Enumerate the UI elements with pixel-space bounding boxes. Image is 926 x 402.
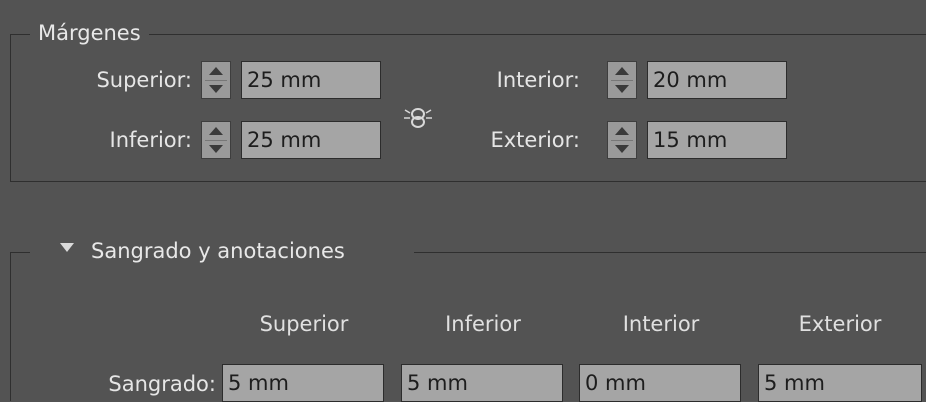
margenes-frame-left [10, 34, 11, 182]
stepper-up-icon[interactable] [209, 67, 223, 75]
sangrado-inferior-input[interactable]: 5 mm [401, 364, 563, 402]
sangrado-row-label: Sangrado: [108, 372, 216, 396]
col-header-superior: Superior [259, 312, 349, 336]
sangrado-exterior-input[interactable]: 5 mm [758, 364, 922, 402]
col-header-inferior: Inferior [445, 312, 521, 336]
col-header-interior: Interior [622, 312, 700, 336]
exterior-input[interactable]: 15 mm [647, 121, 787, 159]
stepper-down-icon[interactable] [615, 85, 629, 93]
sangrado-superior-input[interactable]: 5 mm [222, 364, 384, 402]
inferior-stepper[interactable] [201, 121, 231, 159]
superior-label: Superior: [96, 68, 192, 92]
exterior-stepper[interactable] [607, 121, 637, 159]
margenes-frame-bottom [10, 181, 926, 182]
stepper-down-icon[interactable] [209, 145, 223, 153]
interior-label: Interior: [496, 68, 580, 92]
stepper-up-icon[interactable] [615, 67, 629, 75]
chain-link-icon[interactable] [401, 100, 435, 134]
sangrado-legend[interactable]: Sangrado y anotaciones [91, 241, 345, 262]
interior-stepper[interactable] [607, 61, 637, 99]
interior-input[interactable]: 20 mm [647, 61, 787, 99]
sangrado-frame-left [10, 252, 11, 401]
superior-stepper[interactable] [201, 61, 231, 99]
triangle-down-icon[interactable] [60, 243, 74, 252]
inferior-label: Inferior: [109, 128, 192, 152]
stepper-down-icon[interactable] [615, 145, 629, 153]
exterior-label: Exterior: [490, 128, 580, 152]
margenes-legend: Márgenes [30, 23, 149, 44]
superior-input[interactable]: 25 mm [241, 61, 381, 99]
col-header-exterior: Exterior [798, 312, 882, 336]
sangrado-interior-input[interactable]: 0 mm [579, 364, 741, 402]
stepper-down-icon[interactable] [209, 85, 223, 93]
stepper-up-icon[interactable] [615, 127, 629, 135]
inferior-input[interactable]: 25 mm [241, 121, 381, 159]
stepper-up-icon[interactable] [209, 127, 223, 135]
